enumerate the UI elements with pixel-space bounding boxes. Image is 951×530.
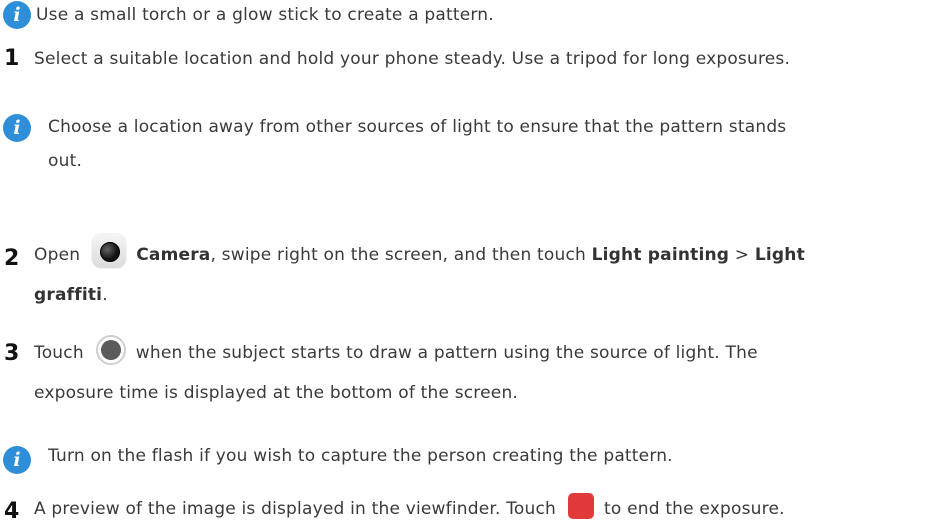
- step-4-before: A preview of the image is displayed in t…: [34, 499, 557, 519]
- step-2-number: 2: [4, 246, 20, 271]
- shutter-button-icon: [95, 335, 126, 365]
- step-3-touch: Touch: [34, 343, 84, 363]
- note-2-line-2: out.: [48, 151, 83, 171]
- step-3-rest: when the subject starts to draw a patter…: [135, 343, 758, 363]
- info-icon: i: [3, 114, 31, 142]
- step-3-text: Touch when the subject starts to draw a p…: [34, 333, 947, 413]
- note-3-text: Turn on the flash if you wish to capture…: [48, 446, 673, 466]
- step-1-text: Select a suitable location and hold your…: [34, 49, 791, 69]
- note-2-line-1: Choose a location away from other source…: [48, 117, 787, 137]
- step-4-number: 4: [4, 499, 20, 524]
- camera-app-icon: [92, 234, 127, 268]
- light-painting-label: Light painting: [591, 245, 730, 265]
- note-2-text: Choose a location away from other source…: [48, 110, 947, 178]
- stop-button-icon: [568, 493, 595, 519]
- step-3-number: 3: [4, 341, 20, 366]
- graffiti-label: graffiti: [34, 285, 103, 305]
- step-2-mid: , swipe right on the screen, and then to…: [210, 245, 586, 265]
- menu-separator: >: [734, 245, 750, 265]
- light-label: Light: [754, 245, 805, 265]
- step-2-open: Open: [34, 245, 81, 265]
- step-3-line-2: exposure time is displayed at the bottom…: [34, 383, 519, 403]
- step-2-text: Open Camera, swipe right on the screen, a…: [34, 234, 947, 315]
- note-1-text: Use a small torch or a glow stick to cre…: [36, 5, 494, 25]
- step-4-text: A preview of the image is displayed in t…: [34, 493, 947, 524]
- step-2-end: .: [102, 285, 108, 305]
- step-4-after: to end the exposure.: [604, 499, 785, 519]
- info-icon: i: [3, 446, 31, 474]
- step-1-number: 1: [4, 46, 20, 71]
- camera-label: Camera: [136, 245, 211, 265]
- info-icon: i: [3, 1, 31, 29]
